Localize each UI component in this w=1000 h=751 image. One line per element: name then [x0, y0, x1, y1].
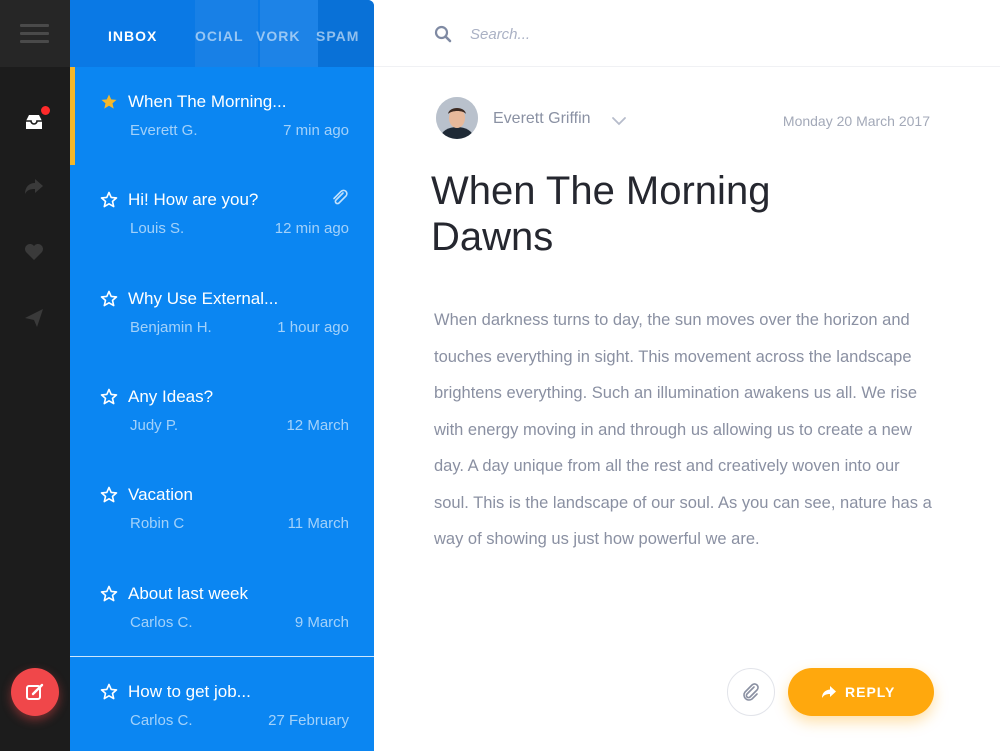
- paperclip-icon: [331, 189, 349, 207]
- mail-list-item[interactable]: Why Use External... Benjamin H. 1 hour ago: [70, 264, 374, 362]
- star-icon[interactable]: [100, 191, 118, 209]
- compose-icon: [26, 683, 44, 700]
- star-icon[interactable]: [100, 585, 118, 603]
- sender-name[interactable]: Everett Griffin: [493, 110, 591, 128]
- notification-badge: [41, 106, 50, 115]
- star-icon[interactable]: [100, 683, 118, 701]
- reply-label: REPLY: [845, 684, 896, 700]
- heart-icon[interactable]: [22, 240, 46, 264]
- mail-time: 11 March: [287, 515, 349, 533]
- mail-sender: Everett G.: [130, 122, 198, 139]
- mail-list-item[interactable]: How to get job... Carlos C. 27 February: [70, 657, 374, 751]
- attach-button[interactable]: [727, 668, 775, 716]
- mail-list-item[interactable]: Vacation Robin C 11 March: [70, 460, 374, 558]
- mail-subject: When The Morning...: [128, 92, 287, 111]
- message-title: When The Morning Dawns: [431, 169, 771, 259]
- forward-icon[interactable]: [22, 174, 46, 198]
- star-filled-icon[interactable]: [100, 93, 118, 111]
- search-input[interactable]: [470, 20, 870, 48]
- avatar[interactable]: [436, 97, 478, 139]
- reading-pane: Everett Griffin Monday 20 March 2017 Whe…: [374, 0, 1000, 751]
- search-icon[interactable]: [434, 25, 452, 43]
- mail-subject: Vacation: [128, 485, 193, 505]
- mail-time: 1 hour ago: [277, 318, 349, 336]
- mail-time: 27 February: [268, 711, 349, 729]
- tab-spam[interactable]: SPAM: [316, 0, 359, 67]
- inbox-icon[interactable]: [22, 106, 50, 134]
- chevron-down-icon[interactable]: [610, 112, 628, 130]
- mail-app: INBOX OCIAL VORK SPAM When The Morning..…: [0, 0, 1000, 751]
- mail-time: 9 March: [294, 613, 349, 631]
- mail-time: 12 March: [286, 416, 349, 434]
- message-body: When darkness turns to day, the sun move…: [434, 311, 932, 548]
- list-divider: [70, 656, 374, 657]
- tab-inbox[interactable]: INBOX: [108, 0, 157, 67]
- mail-list-item[interactable]: About last week Carlos C. 9 March: [70, 559, 374, 657]
- mail-subject: Any Ideas?: [128, 386, 214, 406]
- mail-sender: Louis S.: [130, 220, 185, 238]
- reply-button[interactable]: REPLY: [788, 668, 934, 716]
- tab-social[interactable]: OCIAL: [195, 0, 244, 67]
- send-icon[interactable]: [22, 306, 46, 330]
- mail-subject: Hi! How are you?: [128, 190, 259, 210]
- mail-subject: Why Use External...: [128, 288, 279, 308]
- mail-subject: About last week: [128, 583, 249, 603]
- tab-work[interactable]: VORK: [256, 0, 300, 67]
- paperclip-icon: [743, 683, 759, 701]
- message-date: Monday 20 March 2017: [782, 113, 930, 129]
- star-icon[interactable]: [100, 388, 118, 406]
- mail-sender: Judy P.: [130, 416, 179, 434]
- star-icon[interactable]: [100, 486, 118, 504]
- compose-button[interactable]: [11, 668, 59, 716]
- reply-icon: [822, 686, 836, 698]
- mail-list-panel: INBOX OCIAL VORK SPAM When The Morning..…: [70, 0, 374, 751]
- rail-header: [0, 0, 70, 67]
- folder-tabs: INBOX OCIAL VORK SPAM: [70, 0, 374, 67]
- star-icon[interactable]: [100, 290, 118, 308]
- mail-subject: How to get job...: [128, 681, 251, 701]
- mail-time: 7 min ago: [283, 122, 349, 139]
- mail-sender: Benjamin H.: [130, 318, 212, 336]
- mail-list-item[interactable]: Any Ideas? Judy P. 12 March: [70, 362, 374, 460]
- mail-list-item[interactable]: Hi! How are you? Louis S. 12 min ago: [70, 165, 374, 263]
- mail-list-item[interactable]: When The Morning... Everett G. 7 min ago: [70, 67, 374, 165]
- mail-sender: Robin C: [130, 515, 185, 533]
- nav-rail: [0, 0, 70, 751]
- search-bar: [374, 0, 1000, 67]
- hamburger-menu-icon[interactable]: [20, 24, 49, 44]
- mail-sender: Carlos C.: [130, 613, 193, 631]
- mail-sender: Carlos C.: [130, 711, 193, 729]
- mail-time: 12 min ago: [274, 220, 349, 238]
